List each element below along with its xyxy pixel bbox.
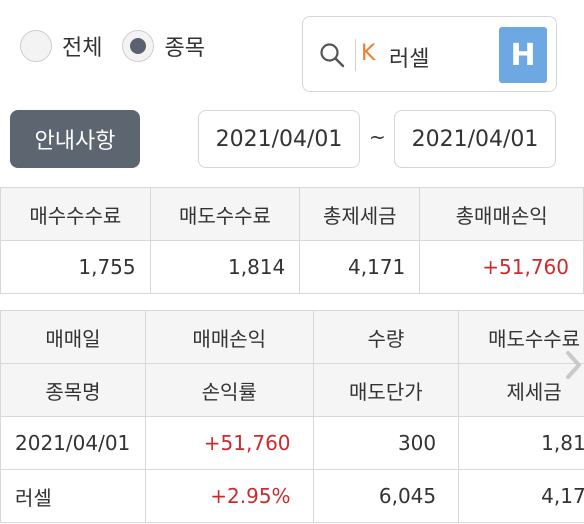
trade-sell-price: 6,045 bbox=[312, 469, 460, 523]
date-to-input[interactable]: 2021/04/01 bbox=[394, 110, 556, 168]
h-button[interactable]: H bbox=[499, 27, 547, 83]
trade-return-rate: +2.95% bbox=[144, 469, 314, 523]
trade-sell-fee: 1,81 bbox=[458, 416, 584, 470]
radio-all[interactable]: 전체 bbox=[20, 30, 102, 62]
chevron-right-icon[interactable] bbox=[563, 347, 584, 383]
radio-stock-label: 종목 bbox=[164, 36, 205, 61]
detail-header-row-1: 매매일 매매손익 수량 매도수수료 bbox=[0, 310, 584, 364]
notice-button[interactable]: 안내사항 bbox=[10, 110, 140, 168]
trade-quantity: 300 bbox=[312, 416, 460, 470]
market-badge: K bbox=[361, 41, 376, 66]
trade-tax: 4,17 bbox=[458, 469, 584, 523]
view-filter: 전체 종목 bbox=[20, 30, 225, 62]
summary-header-row: 매수수수료 매도수수료 총제세금 총매매손익 bbox=[0, 187, 584, 241]
radio-all-circle[interactable] bbox=[20, 30, 52, 62]
summary-table: 매수수수료 매도수수료 총제세금 총매매손익 1,755 1,814 4,171… bbox=[0, 187, 584, 294]
summary-sell-fee: 1,814 bbox=[149, 240, 301, 294]
summary-header-buy-fee: 매수수수료 bbox=[0, 187, 151, 241]
radio-stock[interactable]: 종목 bbox=[122, 30, 205, 62]
detail-header-sell-price: 매도단가 bbox=[312, 363, 460, 417]
date-separator: ~ bbox=[369, 125, 386, 149]
table-row[interactable]: 2021/04/01 +51,760 300 1,81 bbox=[0, 416, 584, 470]
summary-value-row: 1,755 1,814 4,171 +51,760 bbox=[0, 240, 584, 294]
date-from-input[interactable]: 2021/04/01 bbox=[198, 110, 360, 168]
summary-header-total-pnl: 총매매손익 bbox=[419, 187, 584, 241]
radio-stock-circle[interactable] bbox=[122, 30, 155, 62]
table-row[interactable]: 러셀 +2.95% 6,045 4,17 bbox=[0, 469, 584, 523]
detail-header-trade-date: 매매일 bbox=[0, 310, 146, 364]
trade-detail-table: 매매일 매매손익 수량 매도수수료 종목명 손익률 매도단가 제세금 2021/… bbox=[0, 310, 584, 523]
detail-header-quantity: 수량 bbox=[312, 310, 460, 364]
summary-header-sell-fee: 매도수수료 bbox=[149, 187, 301, 241]
stock-search-box[interactable]: K 러셀 H bbox=[302, 16, 557, 92]
detail-header-pnl: 매매손익 bbox=[144, 310, 314, 364]
detail-header-row-2: 종목명 손익률 매도단가 제세금 bbox=[0, 363, 584, 417]
trade-pnl: +51,760 bbox=[144, 416, 314, 470]
trade-date: 2021/04/01 bbox=[0, 416, 146, 470]
search-divider bbox=[355, 39, 356, 71]
trade-stock-name: 러셀 bbox=[0, 469, 146, 523]
summary-buy-fee: 1,755 bbox=[0, 240, 151, 294]
detail-header-stock-name: 종목명 bbox=[0, 363, 146, 417]
stock-name-value[interactable]: 러셀 bbox=[389, 41, 429, 73]
detail-header-return-rate: 손익률 bbox=[144, 363, 314, 417]
search-icon[interactable] bbox=[319, 42, 345, 72]
summary-total-pnl: +51,760 bbox=[419, 240, 584, 294]
summary-total-tax: 4,171 bbox=[299, 240, 421, 294]
radio-all-label: 전체 bbox=[62, 36, 103, 61]
summary-header-total-tax: 총제세금 bbox=[299, 187, 421, 241]
